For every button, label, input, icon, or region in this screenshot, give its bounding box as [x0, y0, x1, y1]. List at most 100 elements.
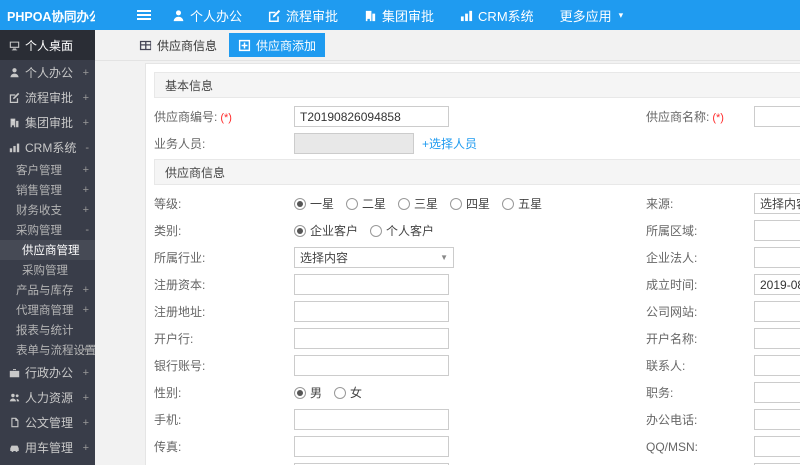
expand-plus-icon: +: [82, 204, 89, 216]
category-radio-个人客户[interactable]: 个人客户: [370, 222, 434, 239]
topbar-menu-more-apps[interactable]: 更多应用 ▾: [547, 0, 637, 30]
radio-label: 个人客户: [386, 224, 435, 238]
form-field-bank: 开户行:: [154, 328, 646, 349]
sidebar-item-hr[interactable]: 人力资源 +: [0, 385, 95, 410]
sidebar-item-label: 用车管理: [25, 441, 74, 455]
tab-supplier-add[interactable]: 供应商添加: [229, 33, 326, 57]
region-input[interactable]: [754, 220, 800, 241]
position-input[interactable]: [754, 382, 800, 403]
industry-select[interactable]: 选择内容 ▼: [294, 247, 454, 268]
sidebar-item-purchase-mgmt-sub[interactable]: 采购管理: [0, 260, 95, 280]
form-row: 类别: 企业客户 个人客户 所属区域:: [154, 217, 800, 244]
sidebar-item-vehicle-mgmt[interactable]: 用车管理 +: [0, 435, 95, 460]
sidebar-item-finance[interactable]: 财务收支 +: [0, 200, 95, 220]
contact-person-input[interactable]: [754, 355, 800, 376]
form-field-account-name: 开户名称:: [646, 328, 800, 349]
form-row: 邮箱:邮编:: [154, 460, 800, 465]
qq-msn-input[interactable]: [754, 436, 800, 457]
gender-radio-女[interactable]: 女: [334, 384, 362, 401]
topbar-menu-personal-office[interactable]: 个人办公: [159, 0, 255, 30]
level-radio-三星[interactable]: 三星: [398, 195, 438, 212]
sidebar-item-form-flow-settings[interactable]: 表单与流程设置 +: [0, 340, 95, 360]
topbar-menu-group-approval[interactable]: 集团审批: [351, 0, 447, 30]
supplier-name-input[interactable]: [754, 106, 800, 127]
menu-toggle-button[interactable]: [129, 0, 159, 30]
sidebar-item-agent-mgmt[interactable]: 代理商管理 +: [0, 300, 95, 320]
caret-down-icon: ▼: [440, 253, 448, 262]
form-field-bank-account: 银行账号:: [154, 355, 646, 376]
fax-input[interactable]: [294, 436, 449, 457]
expand-plus-icon: +: [82, 304, 89, 316]
sidebar-item-personal-desktop[interactable]: 个人桌面: [0, 30, 95, 60]
business-person-link[interactable]: +选择人员: [422, 135, 477, 152]
field-label: 传真:: [154, 440, 182, 454]
bank-account-input[interactable]: [294, 355, 449, 376]
caret-down-icon: ▾: [618, 9, 624, 20]
company-website-input[interactable]: [754, 301, 800, 322]
tab-supplier-info[interactable]: 供应商信息: [130, 33, 226, 57]
sidebar-item-reports-stats[interactable]: 报表与统计: [0, 320, 95, 340]
form-field-mobile: 手机:: [154, 409, 646, 430]
sidebar-item-product-inventory[interactable]: 产品与库存 +: [0, 280, 95, 300]
form-field-category: 类别: 企业客户 个人客户: [154, 222, 646, 239]
account-name-input[interactable]: [754, 328, 800, 349]
registered-capital-input[interactable]: [294, 274, 449, 295]
business-person-input[interactable]: [294, 133, 414, 154]
menu-icon: [137, 8, 151, 22]
sidebar-item-customer-mgmt[interactable]: 客户管理 +: [0, 160, 95, 180]
sidebar-item-personal-office[interactable]: 个人办公 +: [0, 60, 95, 85]
level-radio-五星[interactable]: 五星: [502, 195, 542, 212]
sidebar-item-sales-mgmt[interactable]: 销售管理 +: [0, 180, 95, 200]
radio-icon: [346, 197, 359, 210]
radio-icon: [502, 197, 515, 210]
mobile-input[interactable]: [294, 409, 449, 430]
field-label: 联系人:: [646, 359, 686, 373]
founded-date-input[interactable]: [754, 274, 800, 295]
gender-radio-男[interactable]: 男: [294, 384, 322, 401]
field-label: 成立时间:: [646, 278, 698, 292]
level-radio-一星[interactable]: 一星: [294, 195, 334, 212]
office-phone-input[interactable]: [754, 409, 800, 430]
expand-plus-icon: +: [82, 366, 89, 379]
level-radio-四星[interactable]: 四星: [450, 195, 490, 212]
topbar: PHPOA协同办公软件 个人办公 流程审批 集团审批 CRM系统 更多应用 ▾: [0, 0, 800, 30]
category-radio-企业客户[interactable]: 企业客户: [294, 222, 358, 239]
form-row: 所属行业: 选择内容 ▼ 企业法人:: [154, 244, 800, 271]
field-label: 办公电话:: [646, 413, 698, 427]
field-label: 等级:: [154, 197, 182, 211]
sidebar: 个人桌面 个人办公 + 流程审批 + 集团审批 + CRM系统 - 客户管理 + 销售管理 + 财务收支 +…: [0, 30, 95, 465]
topbar-menu-crm-system[interactable]: CRM系统: [447, 0, 547, 30]
form-field-source: 来源: 选择内容▼: [646, 193, 800, 214]
source-select[interactable]: 选择内容▼: [754, 193, 800, 214]
topbar-menu-label: 个人办公: [190, 8, 243, 24]
sidebar-item-supplier-mgmt[interactable]: 供应商管理: [0, 240, 95, 260]
field-label: 业务人员:: [154, 137, 206, 151]
sidebar-item-crm-system[interactable]: CRM系统 -: [0, 135, 95, 160]
bank-input[interactable]: [294, 328, 449, 349]
collapse-minus-icon: -: [85, 224, 89, 236]
radio-icon: [398, 197, 411, 210]
level-radio-二星[interactable]: 二星: [346, 195, 386, 212]
sidebar-item-group-approval[interactable]: 集团审批 +: [0, 110, 95, 135]
sidebar-item-archive-mgmt[interactable]: 档案管理+: [0, 460, 95, 465]
registered-address-input[interactable]: [294, 301, 449, 322]
form-row: 传真: QQ/MSN:: [154, 433, 800, 460]
sidebar-item-admin-office[interactable]: 行政办公 +: [0, 360, 95, 385]
supplier-code-input[interactable]: [294, 106, 449, 127]
desktop-icon: [9, 40, 20, 51]
topbar-menu-flow-approval[interactable]: 流程审批: [255, 0, 351, 30]
legal-person-input[interactable]: [754, 247, 800, 268]
expand-plus-icon: +: [82, 116, 89, 129]
sidebar-item-purchase-mgmt[interactable]: 采购管理 -: [0, 220, 95, 240]
sidebar-item-label: 供应商管理: [22, 245, 80, 257]
expand-plus-icon: +: [82, 284, 89, 296]
required-mark: (*): [712, 112, 724, 124]
sidebar-item-doc-mgmt[interactable]: 公文管理 +: [0, 410, 95, 435]
form-row: 银行账号: 联系人:: [154, 352, 800, 379]
field-label: 公司网站:: [646, 305, 698, 319]
radio-icon: [294, 197, 306, 210]
sidebar-item-label: 代理商管理: [16, 305, 74, 317]
sidebar-item-flow-approval[interactable]: 流程审批 +: [0, 85, 95, 110]
form-field-company-website: 公司网站:: [646, 301, 800, 322]
field-label: 所属行业:: [154, 251, 206, 265]
